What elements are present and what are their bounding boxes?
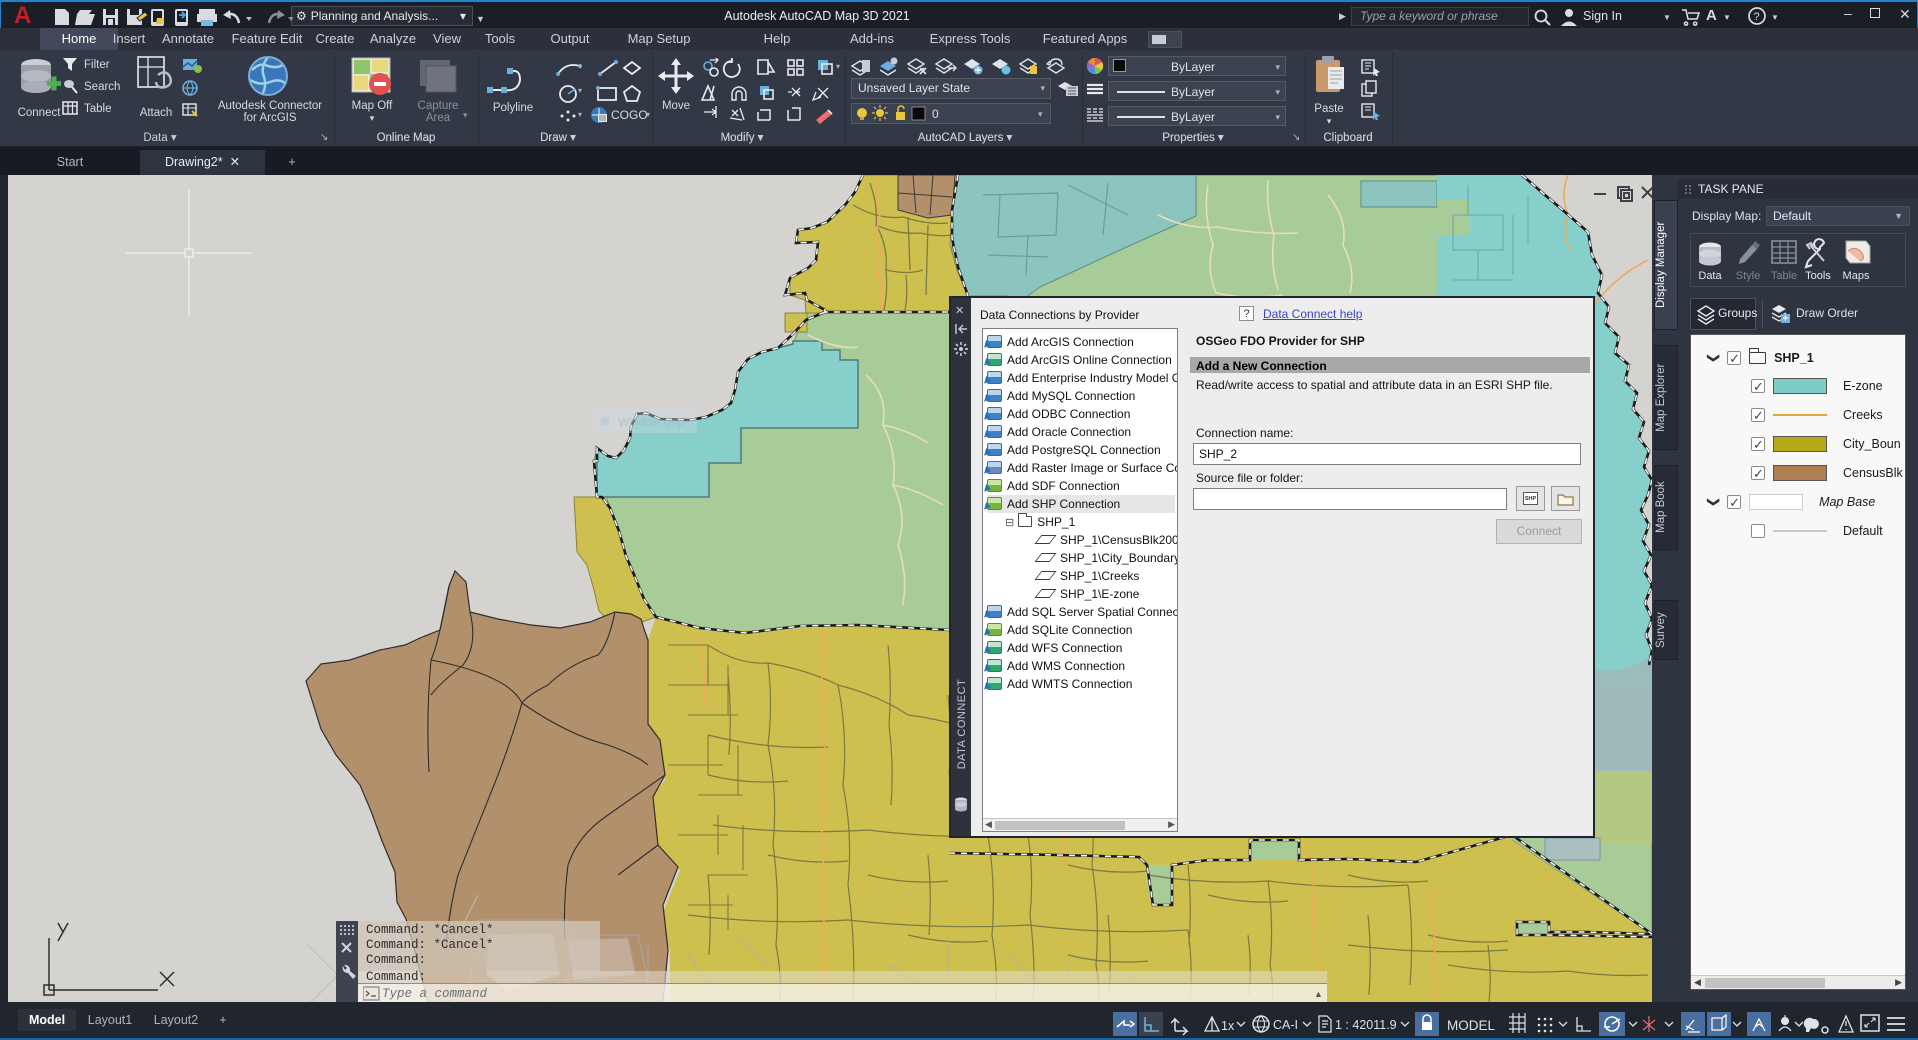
svg-text:▾: ▾ — [1038, 109, 1043, 119]
svg-text:1x: 1x — [1221, 1019, 1235, 1033]
svg-text:1 : 42011.9: 1 : 42011.9 — [1335, 1018, 1397, 1032]
svg-text:Data: Data — [1698, 270, 1722, 282]
svg-text:Tools: Tools — [1805, 270, 1831, 282]
svg-text:Window grip: Window grip — [618, 415, 684, 429]
svg-text:0: 0 — [932, 107, 939, 121]
svg-text:Maps: Maps — [1843, 270, 1870, 282]
svg-text:Style: Style — [1736, 270, 1760, 282]
svg-text:?: ? — [1754, 11, 1760, 23]
svg-text:MODEL: MODEL — [1447, 1018, 1496, 1033]
svg-text:CA-I: CA-I — [1273, 1018, 1298, 1032]
svg-text:Table: Table — [1771, 270, 1797, 282]
